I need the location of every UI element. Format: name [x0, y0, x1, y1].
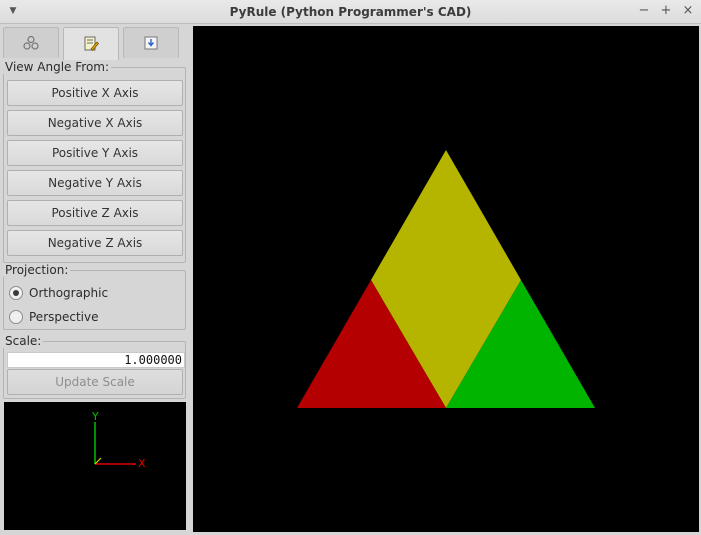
- z-axis-line: [94, 457, 102, 465]
- tab-edit[interactable]: [63, 27, 119, 60]
- negative-z-axis-button[interactable]: Negative Z Axis: [7, 230, 183, 256]
- tab-object[interactable]: [3, 27, 59, 58]
- orthographic-label: Orthographic: [29, 286, 109, 300]
- download-icon: [144, 36, 158, 50]
- view-angle-legend: View Angle From:: [3, 60, 112, 74]
- tab-export[interactable]: [123, 27, 179, 58]
- axes-orientation-view: X Y: [4, 402, 186, 530]
- positive-x-axis-button[interactable]: Positive X Axis: [7, 80, 183, 106]
- radio-unchecked-icon[interactable]: [9, 310, 23, 324]
- positive-y-axis-button[interactable]: Positive Y Axis: [7, 140, 183, 166]
- positive-z-axis-button[interactable]: Positive Z Axis: [7, 200, 183, 226]
- scale-legend: Scale:: [3, 334, 44, 348]
- minimize-icon[interactable]: −: [637, 4, 651, 18]
- projection-legend: Projection:: [3, 263, 71, 277]
- radio-checked-icon[interactable]: [9, 286, 23, 300]
- y-axis-label: Y: [91, 410, 99, 423]
- x-axis-label: X: [138, 457, 146, 470]
- scale-input[interactable]: 1.000000: [7, 352, 185, 368]
- orthographic-radio[interactable]: Orthographic: [9, 283, 108, 303]
- perspective-radio[interactable]: Perspective: [9, 307, 99, 327]
- perspective-label: Perspective: [29, 310, 99, 324]
- window-title: PyRule (Python Programmer's CAD): [229, 5, 472, 19]
- update-scale-button[interactable]: Update Scale: [7, 369, 183, 395]
- close-icon[interactable]: ×: [681, 4, 695, 18]
- molecule-icon: [23, 35, 39, 50]
- document-edit-icon: [84, 36, 99, 52]
- maximize-icon[interactable]: +: [659, 4, 673, 18]
- cad-viewport[interactable]: [193, 26, 699, 532]
- negative-y-axis-button[interactable]: Negative Y Axis: [7, 170, 183, 196]
- title-bar: ▼ PyRule (Python Programmer's CAD) − + ×: [0, 0, 701, 24]
- negative-x-axis-button[interactable]: Negative X Axis: [7, 110, 183, 136]
- tab-bar: [3, 27, 186, 60]
